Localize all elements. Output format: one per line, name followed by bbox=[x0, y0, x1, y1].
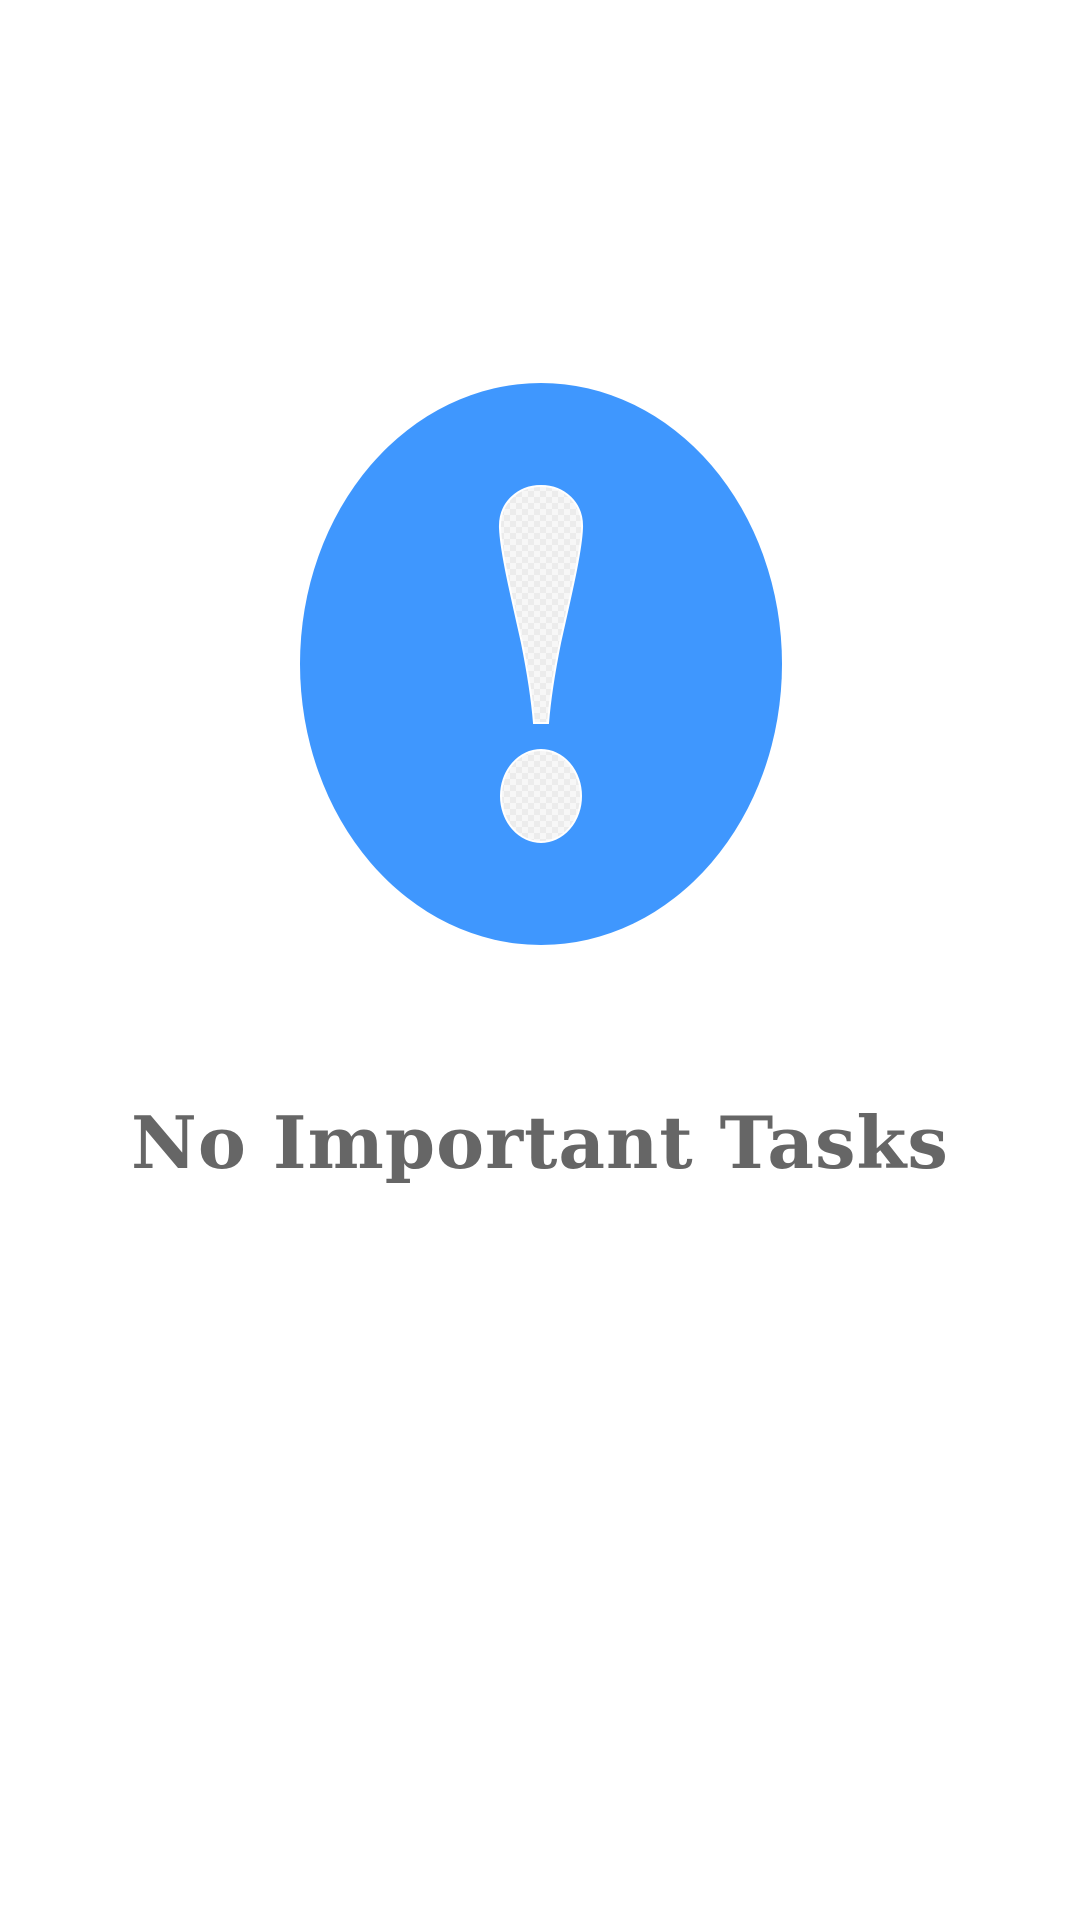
important-tasks-screen: No Important Tasks bbox=[0, 0, 1080, 1920]
empty-state-message: No Important Tasks bbox=[131, 1100, 949, 1185]
exclamation-circle-icon bbox=[300, 383, 782, 945]
empty-state: No Important Tasks bbox=[0, 0, 1080, 1920]
exclamation-mark-dot bbox=[500, 749, 582, 843]
exclamation-circle-svg bbox=[300, 383, 782, 945]
